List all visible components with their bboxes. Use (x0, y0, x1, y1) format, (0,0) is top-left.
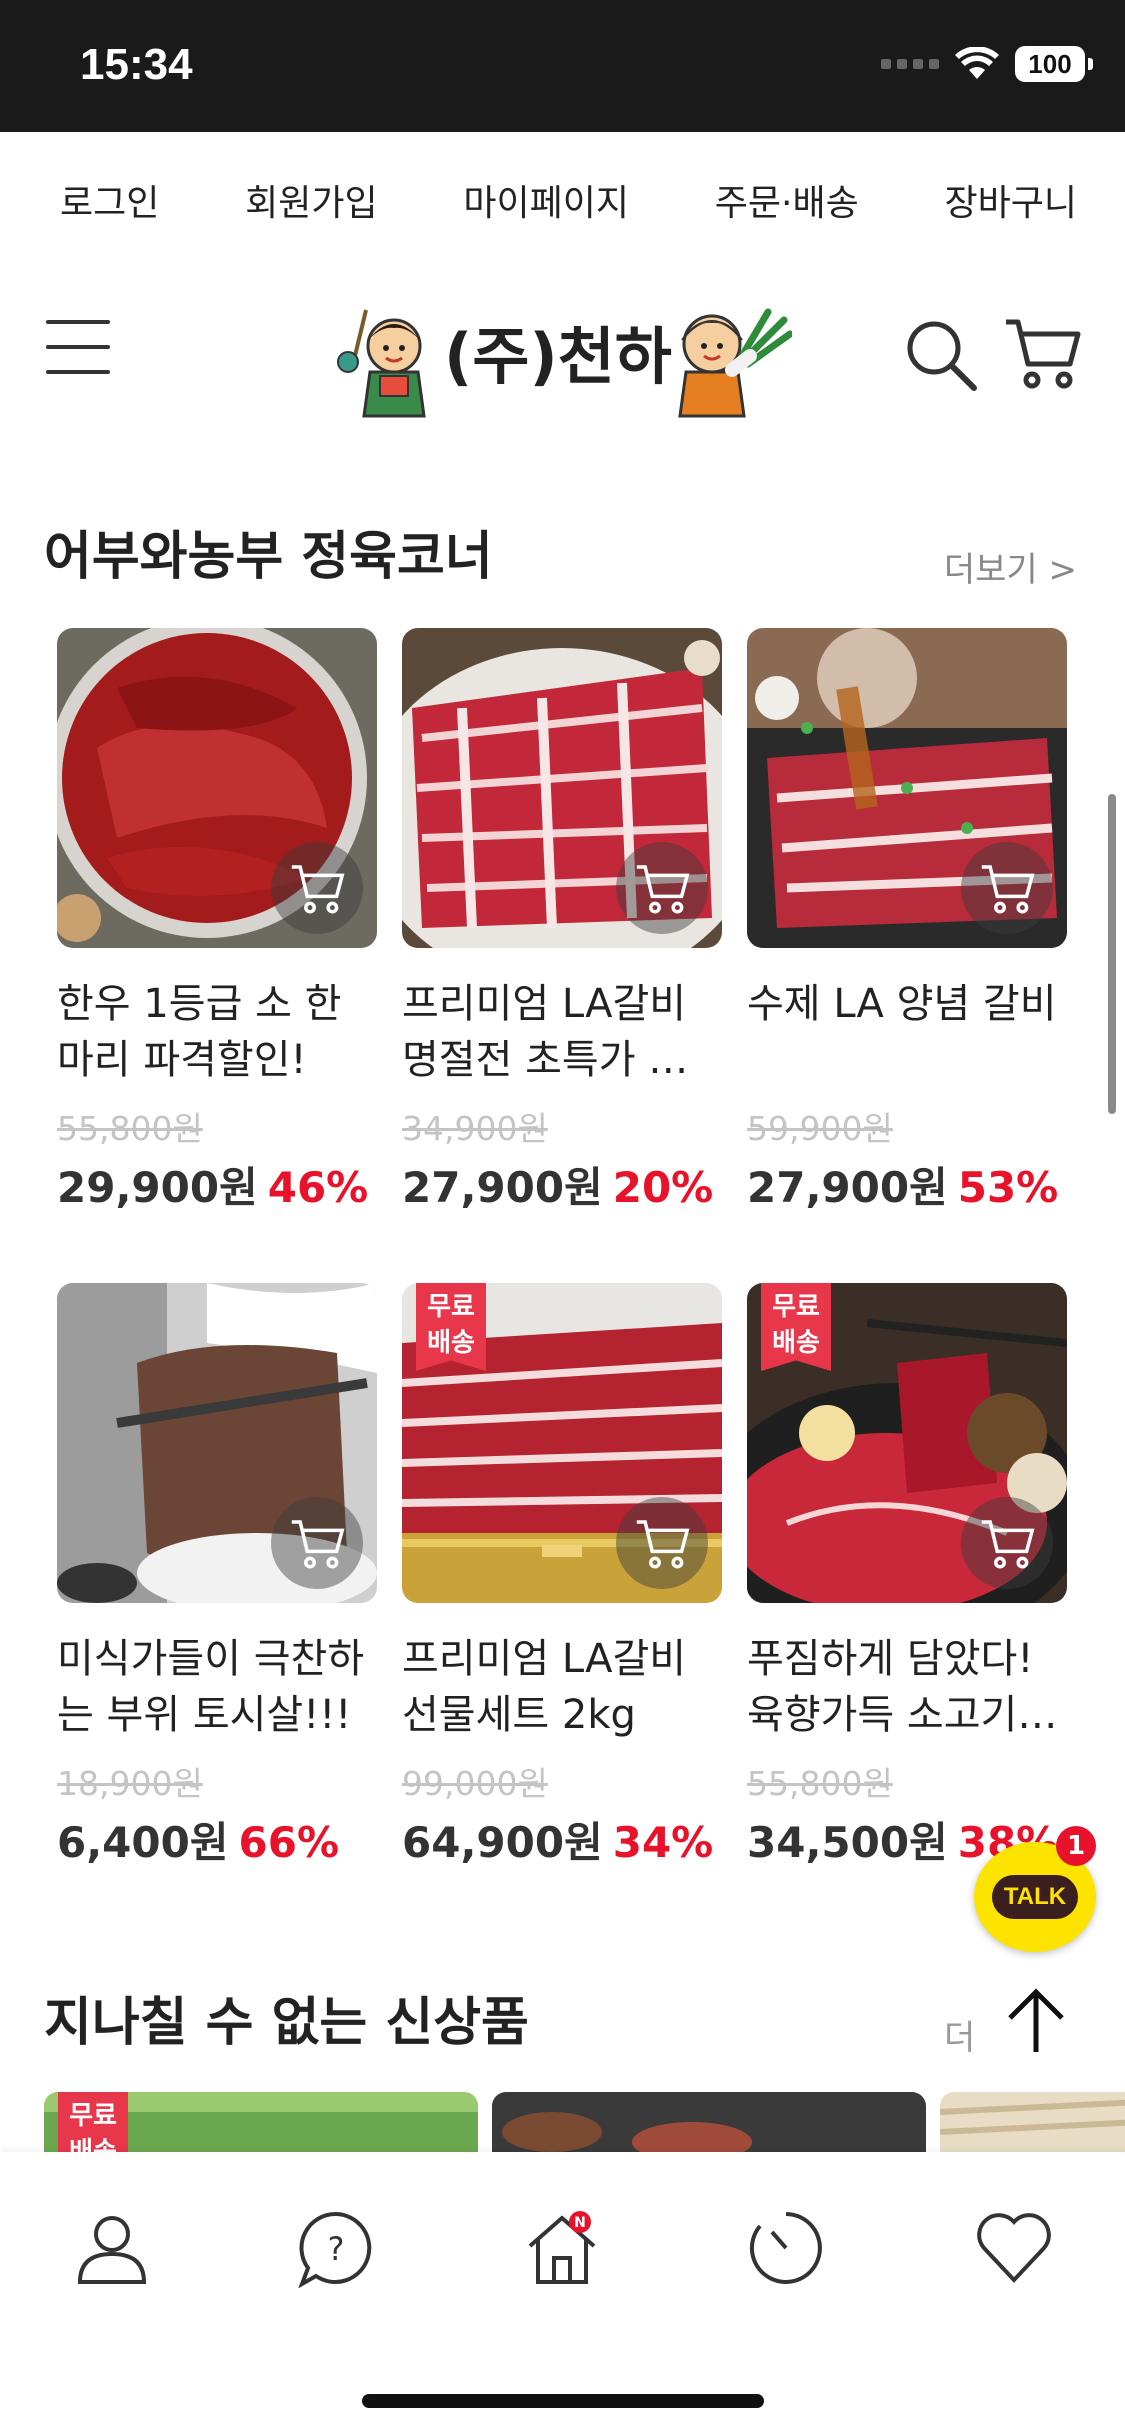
add-to-cart-button[interactable] (961, 1497, 1053, 1589)
sale-price: 34,500원 (747, 1818, 948, 1867)
discount-rate: 34% (612, 1818, 714, 1867)
svg-text:?: ? (328, 2230, 345, 2268)
user-icon[interactable] (72, 2208, 152, 2288)
discount-rate: 20% (612, 1163, 714, 1212)
discount-rate: 53% (957, 1163, 1059, 1212)
scrollbar[interactable] (1108, 794, 1116, 1114)
nav-cart[interactable]: 장바구니 (944, 174, 1076, 226)
home-icon[interactable]: N (522, 2208, 602, 2288)
product-card[interactable]: 수제 LA 양념 갈비 59,900원 27,900원 53% (747, 628, 1067, 1215)
original-price: 59,900원 (747, 1109, 893, 1148)
original-price: 18,900원 (57, 1764, 203, 1803)
hamburger-menu-icon[interactable] (46, 320, 110, 374)
discount-rate: 66% (238, 1818, 340, 1867)
more-link[interactable]: 더 (944, 2010, 975, 2059)
logo-text: (주)천하 (444, 320, 672, 393)
original-price: 55,800원 (747, 1764, 893, 1803)
new-product-image[interactable] (940, 2092, 1125, 2152)
free-shipping-badge: 무료배송 (761, 1283, 831, 1371)
original-price: 99,000원 (402, 1764, 548, 1803)
product-name[interactable]: 푸짐하게 담았다! 육향가득 소고기… (747, 1631, 1067, 1743)
new-product-image[interactable]: 무료배송 (44, 2092, 478, 2152)
battery-indicator: 100 (1015, 46, 1093, 82)
product-name[interactable]: 프리미엄 LA갈비 선물세트 2kg (402, 1631, 722, 1743)
product-image[interactable]: 무료배송 (402, 1283, 722, 1603)
status-bar: 15:34 100 (0, 0, 1125, 132)
original-price: 55,800원 (57, 1109, 203, 1148)
sale-price: 27,900원 (402, 1163, 603, 1212)
section-title: 지나칠 수 없는 신상품 (44, 1993, 529, 2053)
cellular-signal-icon (881, 59, 939, 69)
free-shipping-badge: 무료배송 (416, 1283, 486, 1371)
sale-price: 6,400원 (57, 1818, 229, 1867)
talk-label: TALK (991, 1875, 1079, 1919)
logo[interactable]: (주)천하 (336, 290, 794, 420)
nav-orders[interactable]: 주문·배송 (715, 174, 859, 226)
nav-login[interactable]: 로그인 (60, 174, 159, 226)
status-time: 15:34 (80, 40, 193, 89)
scroll-to-top-icon[interactable] (1000, 1986, 1072, 2058)
top-nav: 로그인 회원가입 마이페이지 주문·배송 장바구니 (0, 160, 1125, 240)
nav-signup[interactable]: 회원가입 (245, 174, 377, 226)
product-image[interactable] (57, 628, 377, 948)
add-to-cart-button[interactable] (271, 842, 363, 934)
original-price: 34,900원 (402, 1109, 548, 1148)
header: (주)천하 (0, 290, 1125, 420)
home-new-badge: N (574, 2215, 586, 2231)
product-image[interactable]: 무료배송 (747, 1283, 1067, 1603)
free-shipping-badge: 무료배송 (58, 2092, 128, 2152)
history-icon[interactable] (746, 2208, 826, 2288)
product-name[interactable]: 프리미엄 LA갈비 명절전 초특가 … (402, 976, 722, 1088)
home-indicator (362, 2394, 764, 2408)
product-card[interactable]: 한우 1등급 소 한마리 파격할인! 55,800원 29,900원 46% (57, 628, 377, 1215)
product-image[interactable] (57, 1283, 377, 1603)
nav-mypage[interactable]: 마이페이지 (463, 174, 629, 226)
discount-rate: 46% (267, 1163, 369, 1212)
add-to-cart-button[interactable] (616, 842, 708, 934)
product-image[interactable] (747, 628, 1067, 948)
product-name[interactable]: 미식가들이 극찬하는 부위 토시살!!! (57, 1631, 377, 1743)
question-icon[interactable]: ? (296, 2208, 376, 2288)
sale-price: 27,900원 (747, 1163, 948, 1212)
product-card[interactable]: 무료배송 푸짐하게 담았다! 육향가득 소고기… 55,800원 34,500원… (747, 1283, 1067, 1870)
talk-notification-badge: 1 (1056, 1826, 1096, 1866)
add-to-cart-button[interactable] (616, 1497, 708, 1589)
heart-icon[interactable] (974, 2208, 1054, 2288)
new-product-image[interactable] (492, 2092, 926, 2152)
sale-price: 29,900원 (57, 1163, 258, 1212)
add-to-cart-button[interactable] (961, 842, 1053, 934)
product-image[interactable] (402, 628, 722, 948)
wifi-icon (955, 47, 999, 79)
product-card[interactable]: 미식가들이 극찬하는 부위 토시살!!! 18,900원 6,400원 66% (57, 1283, 377, 1870)
product-name[interactable]: 한우 1등급 소 한마리 파격할인! (57, 976, 377, 1088)
product-card[interactable]: 프리미엄 LA갈비 명절전 초특가 … 34,900원 27,900원 20% (402, 628, 722, 1215)
section-title: 어부와농부 정육코너 (44, 527, 493, 587)
search-icon[interactable] (900, 314, 980, 394)
status-indicators: 100 (881, 46, 1093, 82)
cart-icon[interactable] (1002, 312, 1082, 392)
add-to-cart-button[interactable] (271, 1497, 363, 1589)
sale-price: 64,900원 (402, 1818, 603, 1867)
product-card[interactable]: 무료배송 프리미엄 LA갈비 선물세트 2kg 99,000원 64,900원 3… (402, 1283, 722, 1870)
product-name[interactable]: 수제 LA 양념 갈비 (747, 976, 1067, 1088)
more-link[interactable]: 더보기 > (944, 542, 1077, 591)
